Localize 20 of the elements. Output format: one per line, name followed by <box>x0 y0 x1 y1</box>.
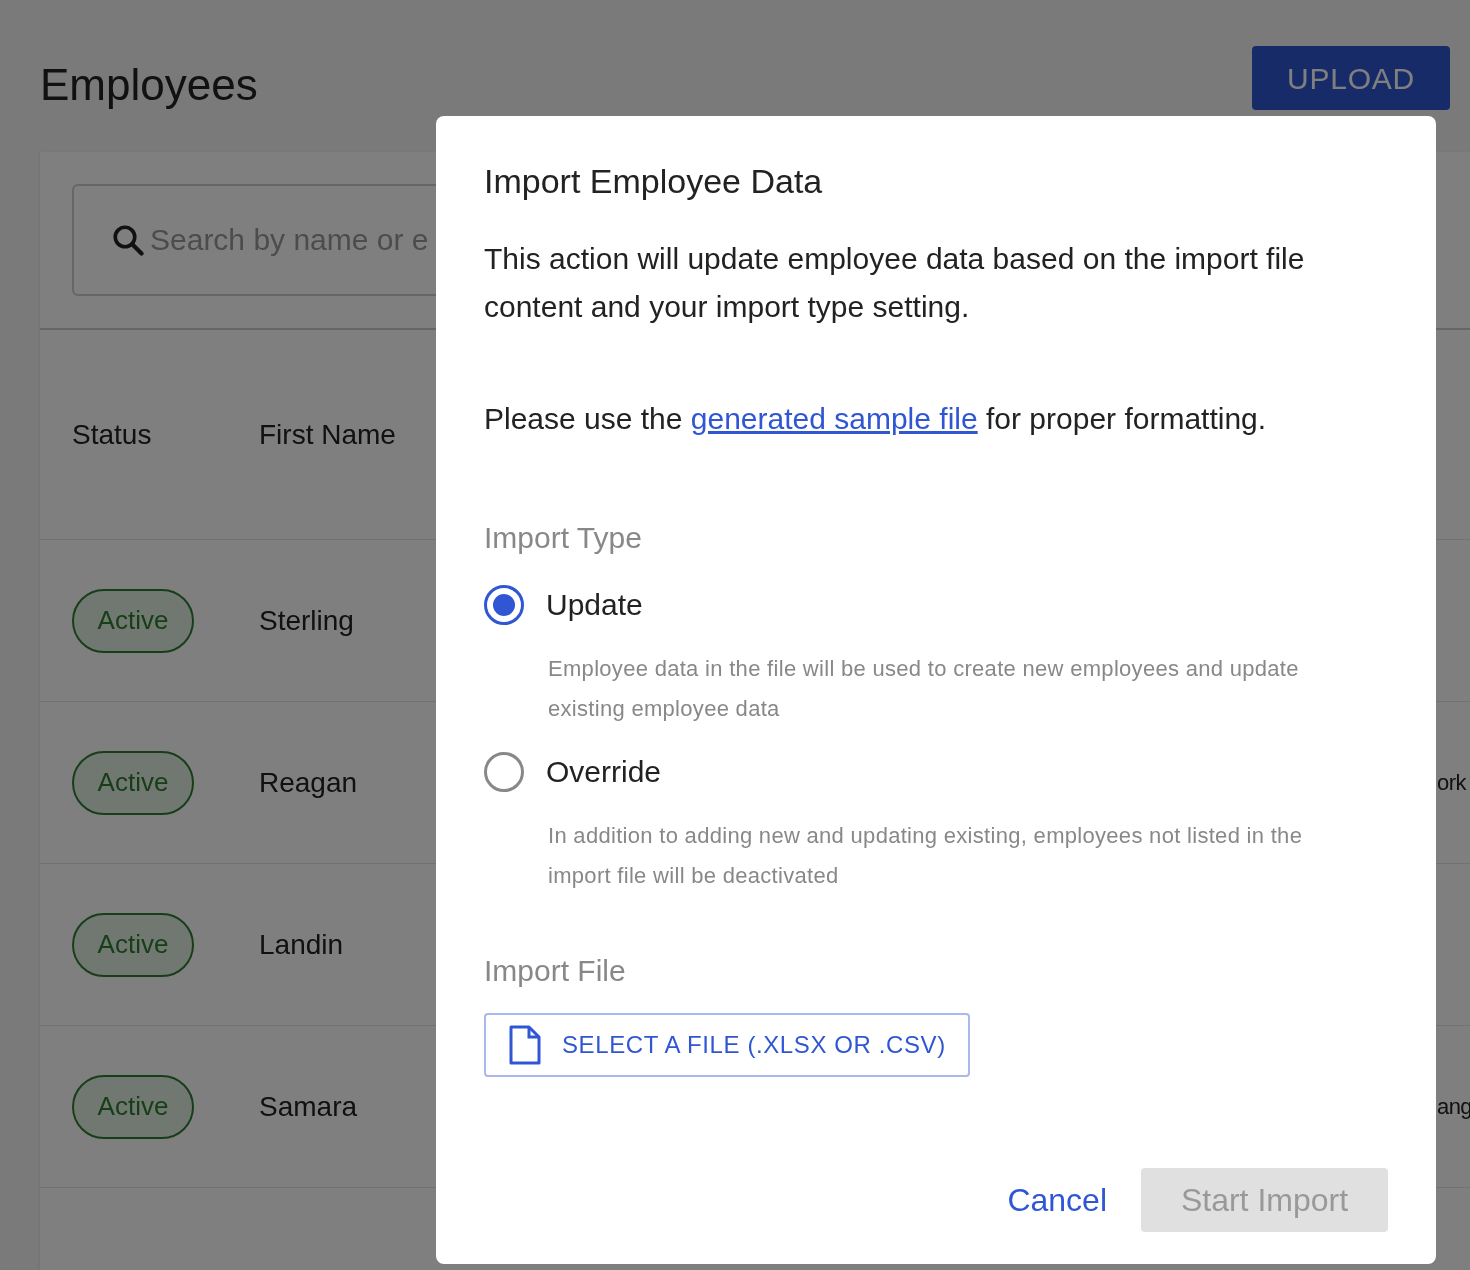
table-cell-text: Sterling <box>259 603 354 638</box>
table-cell-text: Reagan <box>259 765 358 800</box>
table-cell-text: ork <box>1437 769 1466 797</box>
column-header: First Name <box>259 417 396 452</box>
status-badge: Active <box>72 1074 194 1139</box>
option-description: In addition to adding new and updating existing, employees not listed in the import file will be deactivated <box>548 822 1304 890</box>
status-badge: Active <box>72 750 194 815</box>
option-description: Employee data in the file will be used to create new employees and update existing employee data <box>548 655 1300 723</box>
sample-text: Please use the generated sample file for proper formatting. <box>484 401 1268 437</box>
section-label: Import File <box>484 953 627 989</box>
section-label: Import Type <box>484 520 643 556</box>
table-cell-text: Samara <box>259 1089 358 1124</box>
status-badge: Active <box>72 912 194 977</box>
page-title: Employees <box>40 59 258 111</box>
dialog-title: Import Employee Data <box>484 161 824 202</box>
status-badge: Active <box>72 588 194 653</box>
table-cell-text: Landin <box>259 927 344 962</box>
table-cell-text: ang <box>1437 1093 1470 1121</box>
column-header: Status <box>72 417 153 452</box>
intro-text: This action will update employee data based on the import file content and your import type setting. <box>484 241 1306 325</box>
